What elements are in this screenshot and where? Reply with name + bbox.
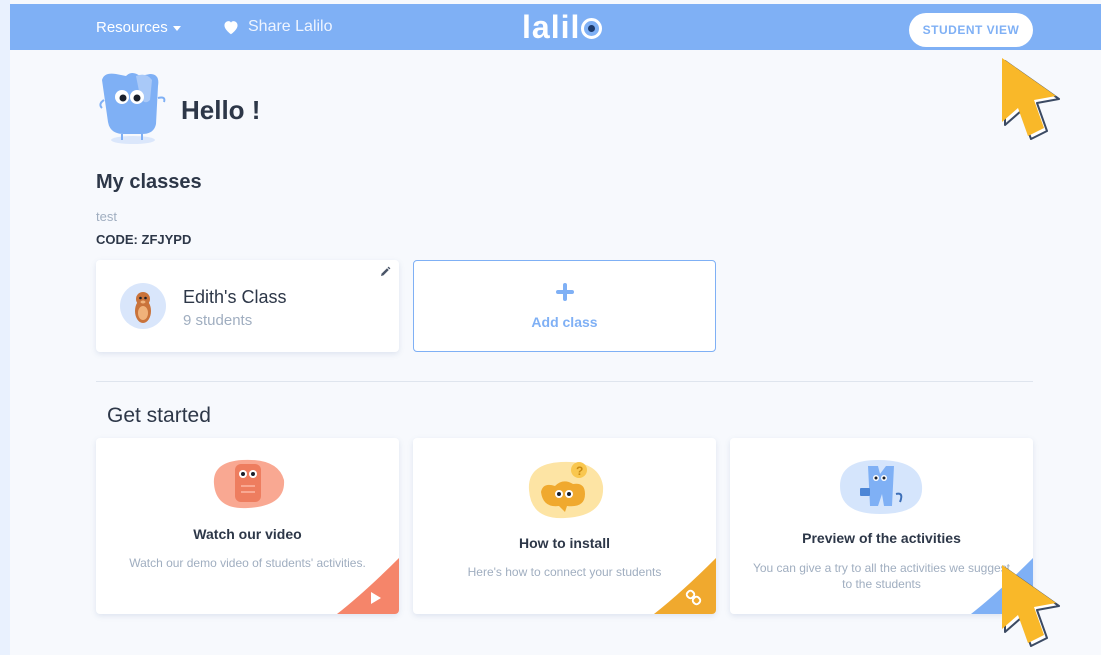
svg-text:?: ? — [576, 464, 583, 478]
preview-activities-card[interactable]: Preview of the activities You can give a… — [730, 438, 1033, 614]
plus-icon — [556, 283, 574, 301]
watch-video-card[interactable]: Watch our video Watch our demo video of … — [96, 438, 399, 614]
how-to-install-card[interactable]: ? How to install Here's how to connect y… — [413, 438, 716, 614]
top-navbar: Resources Share Lalilo lalil STUDENT VIE… — [10, 4, 1101, 50]
caret-down-icon — [172, 26, 181, 31]
logo-eye-icon — [581, 18, 603, 39]
class-avatar — [120, 283, 166, 329]
mascot-illustration — [99, 73, 166, 144]
pencil-icon[interactable] — [379, 266, 391, 278]
play-corner-badge — [337, 558, 399, 614]
section-divider — [96, 381, 1033, 382]
mouse-cursor-icon — [1002, 565, 1060, 647]
get-started-heading: Get started — [107, 404, 211, 427]
lalilo-logo[interactable]: lalil — [522, 9, 603, 45]
link-corner-badge — [654, 558, 716, 614]
resources-label: Resources — [96, 19, 168, 36]
video-mascot-illustration — [213, 459, 285, 509]
card-title: Watch our video — [193, 526, 302, 542]
add-class-button[interactable]: Add class — [413, 260, 716, 352]
share-lalilo-link[interactable]: Share Lalilo — [222, 18, 333, 36]
logo-text: lalil — [522, 9, 581, 45]
my-classes-heading: My classes — [96, 171, 202, 193]
class-card[interactable]: Edith's Class 9 students — [96, 260, 399, 352]
card-title: Preview of the activities — [802, 530, 961, 546]
heart-icon — [224, 21, 238, 35]
class-title: Edith's Class — [183, 287, 287, 307]
resources-menu[interactable]: Resources — [96, 19, 181, 36]
class-student-count: 9 students — [183, 312, 253, 329]
mouse-cursor-icon — [1002, 58, 1060, 140]
class-group-name: test — [96, 209, 117, 224]
install-mascot-illustration: ? — [528, 461, 604, 519]
add-class-label: Add class — [531, 314, 598, 330]
greeting-heading: Hello ! — [181, 95, 261, 125]
page: Resources Share Lalilo lalil STUDENT VIE… — [10, 0, 1101, 655]
class-code: CODE: ZFJYPD — [96, 232, 192, 247]
card-title: How to install — [519, 535, 610, 551]
otter-avatar-icon — [135, 292, 151, 323]
preview-mascot-illustration — [840, 460, 923, 514]
student-view-button[interactable]: STUDENT VIEW — [909, 13, 1033, 47]
share-label: Share Lalilo — [248, 18, 333, 35]
